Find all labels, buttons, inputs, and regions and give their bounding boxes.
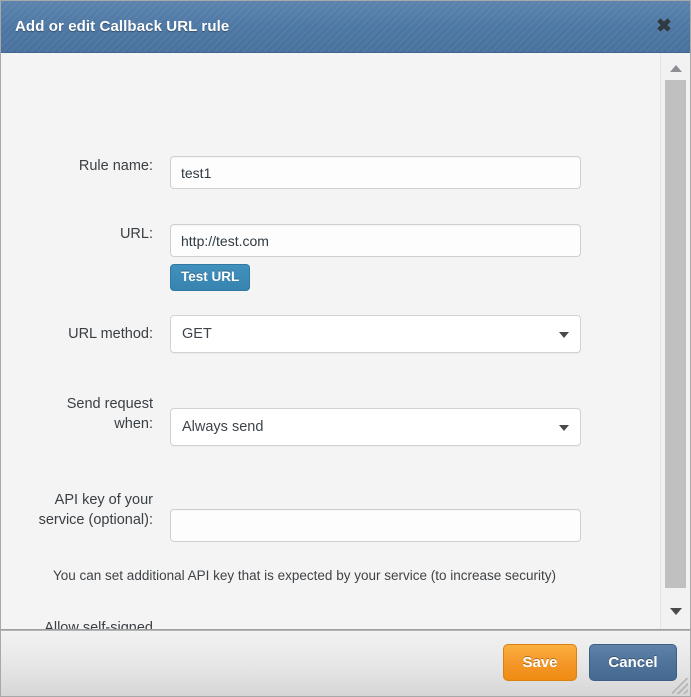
api-key-label: API key of your service (optional):	[38, 492, 153, 528]
caret-up-icon[interactable]	[669, 65, 682, 72]
rule-name-input[interactable]	[170, 156, 581, 189]
send-request-when-label: Send request when:	[66, 396, 153, 432]
send-request-when-select[interactable]: Always send	[170, 408, 581, 446]
chevron-down-icon	[559, 332, 569, 338]
api-key-help-text: You can set additional API key that is e…	[53, 568, 557, 583]
url-method-select[interactable]: GET	[170, 315, 581, 353]
dialog-body: Rule name: URL: Test URL URL method:	[1, 53, 690, 630]
field-row-send-request-when: Send request when: Always send	[1, 394, 661, 446]
vertical-scrollbar[interactable]	[660, 53, 690, 629]
api-key-field-col	[170, 509, 581, 542]
chevron-down-icon	[559, 425, 569, 431]
dialog-title: Add or edit Callback URL rule	[15, 18, 230, 35]
url-input[interactable]	[170, 224, 581, 257]
save-button[interactable]: Save	[503, 644, 577, 681]
form-area: Rule name: URL: Test URL URL method:	[1, 53, 661, 629]
scrollbar-thumb[interactable]	[665, 80, 686, 588]
dialog-titlebar: Add or edit Callback URL rule ✖	[1, 1, 690, 53]
dialog-footer: Save Cancel	[1, 630, 690, 696]
url-method-field-col: GET	[170, 315, 581, 353]
rule-name-label: Rule name:	[78, 158, 153, 174]
field-row-url-method: URL method: GET	[1, 315, 661, 353]
send-request-when-value: Always send	[182, 419, 264, 435]
url-label: URL:	[119, 226, 153, 242]
callback-url-rule-dialog: Add or edit Callback URL rule ✖ Rule nam…	[0, 0, 691, 697]
allow-self-signed-label: Allow self-signed SSL certificate:	[44, 620, 153, 630]
url-field-col: Test URL	[170, 224, 581, 291]
test-url-button[interactable]: Test URL	[170, 264, 251, 291]
caret-down-icon[interactable]	[669, 608, 682, 615]
cancel-button[interactable]: Cancel	[589, 644, 677, 681]
resize-grip[interactable]	[672, 678, 688, 694]
rule-name-field-col	[170, 156, 581, 189]
field-row-api-key: API key of your service (optional):	[1, 490, 661, 542]
field-row-url: URL: Test URL	[1, 224, 661, 291]
api-key-input[interactable]	[170, 509, 581, 542]
url-method-value: GET	[182, 326, 212, 342]
field-row-rule-name: Rule name:	[1, 156, 661, 189]
close-icon[interactable]: ✖	[653, 16, 675, 38]
url-method-label: URL method:	[68, 326, 153, 342]
field-row-allow-self-signed: Allow self-signed SSL certificate:	[1, 618, 661, 630]
send-request-when-field-col: Always send	[170, 408, 581, 446]
